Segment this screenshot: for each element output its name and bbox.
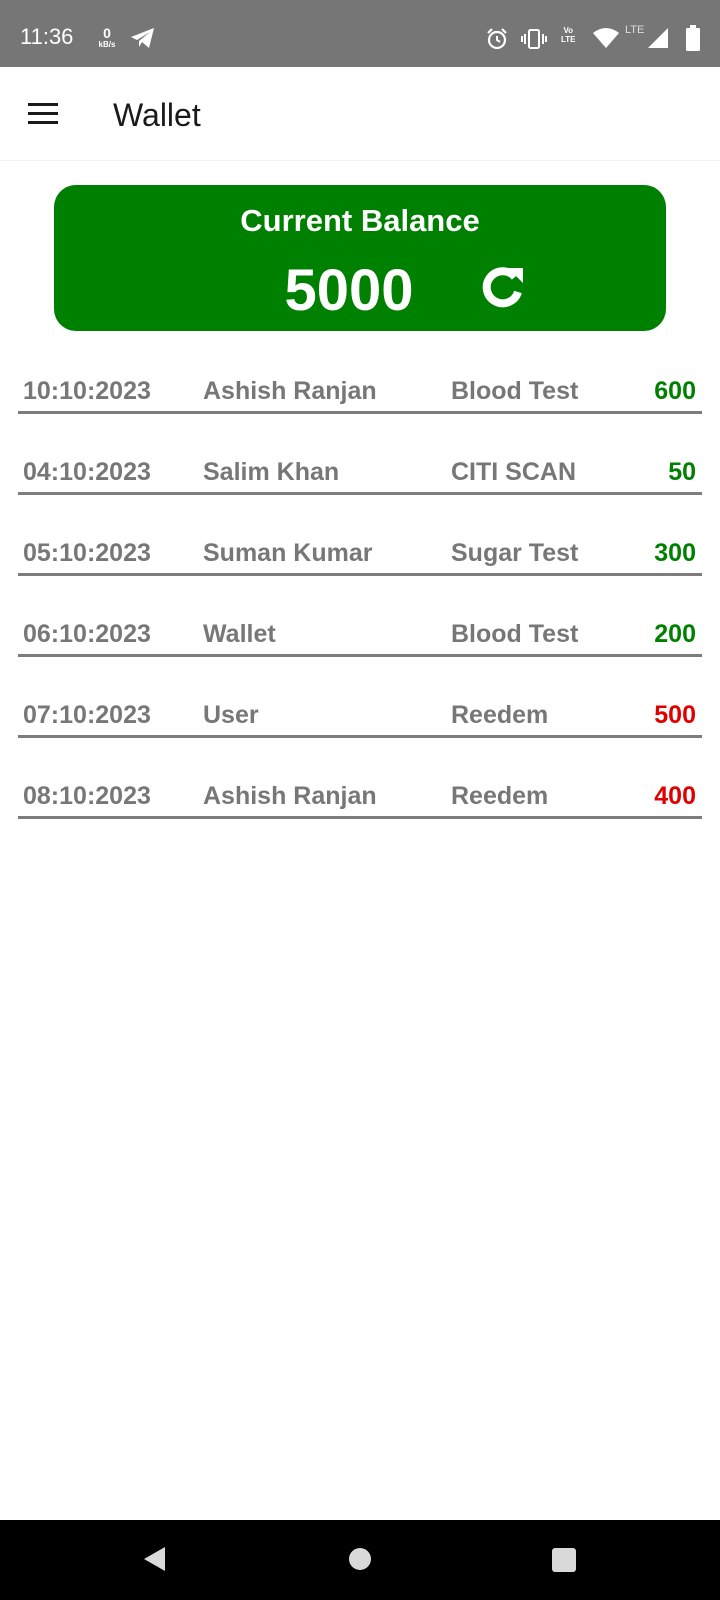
volte-top-text: Vo [563, 26, 574, 35]
page-title: Wallet [113, 97, 201, 133]
system-nav-bar [0, 1520, 720, 1600]
transaction-name: Wallet [203, 620, 276, 648]
balance-card: Current Balance 5000 [54, 185, 666, 331]
transaction-type: Blood Test [451, 620, 579, 648]
refresh-button[interactable] [477, 262, 529, 314]
network-speed-unit: kB/s [98, 40, 116, 49]
transaction-name: Suman Kumar [203, 539, 373, 567]
network-speed: 0 kB/s [95, 26, 119, 49]
balance-amount: 5000 [284, 258, 414, 323]
refresh-icon [482, 267, 523, 308]
alarm-icon [487, 28, 507, 50]
recents-square-icon [552, 1548, 576, 1572]
transaction-name: Ashish Ranjan [203, 782, 377, 810]
battery-icon [686, 25, 700, 51]
nav-back-button[interactable] [140, 1544, 170, 1574]
nav-home-button[interactable] [348, 1547, 372, 1571]
transaction-date: 10:10:2023 [23, 377, 151, 405]
transaction-name: Ashish Ranjan [203, 377, 377, 405]
transaction-amount: 500 [654, 701, 696, 729]
transaction-date: 07:10:2023 [23, 701, 151, 729]
menu-button[interactable] [22, 94, 62, 134]
transaction-row[interactable]: 10:10:2023 Ashish Ranjan Blood Test 600 [18, 360, 702, 441]
transaction-type: Reedem [451, 701, 549, 729]
network-speed-value: 0 [103, 25, 111, 41]
transaction-type: CITI SCAN [451, 458, 576, 486]
transaction-row[interactable]: 08:10:2023 Ashish Ranjan Reedem 400 [18, 765, 702, 846]
status-time: 11:36 [20, 24, 74, 49]
nav-recents-button[interactable] [551, 1547, 577, 1573]
transaction-row[interactable]: 05:10:2023 Suman Kumar Sugar Test 300 [18, 522, 702, 603]
row-divider [18, 573, 702, 576]
telegram-icon [131, 28, 154, 48]
volte-bottom-text: LTE [561, 35, 576, 44]
transaction-date: 08:10:2023 [23, 782, 151, 810]
transaction-amount: 400 [654, 782, 696, 810]
volte-indicator: Vo LTE [561, 26, 576, 44]
transaction-row[interactable]: 04:10:2023 Salim Khan CITI SCAN 50 [18, 441, 702, 522]
transaction-row[interactable]: 06:10:2023 Wallet Blood Test 200 [18, 603, 702, 684]
transaction-name: User [203, 701, 259, 729]
transaction-amount: 200 [654, 620, 696, 648]
transaction-list: 10:10:2023 Ashish Ranjan Blood Test 600 04:1… [18, 360, 702, 846]
transaction-date: 05:10:2023 [23, 539, 151, 567]
wifi-icon [593, 28, 619, 48]
transaction-amount: 300 [654, 539, 696, 567]
row-divider [18, 654, 702, 657]
balance-title: Current Balance [240, 203, 480, 238]
lte-label: LTE [625, 24, 645, 36]
wallet-screen: 11:36 0 kB/s Vo LTE LTE Wallet Current B… [0, 0, 720, 1600]
transaction-type: Reedem [451, 782, 549, 810]
transaction-row[interactable]: 07:10:2023 User Reedem 500 [18, 684, 702, 765]
signal-icon [648, 28, 668, 48]
transaction-amount: 600 [654, 377, 696, 405]
row-divider [18, 735, 702, 738]
vibrate-icon [521, 29, 547, 49]
transaction-type: Sugar Test [451, 539, 579, 567]
transaction-date: 06:10:2023 [23, 620, 151, 648]
home-circle-icon [349, 1548, 371, 1570]
status-bar: 11:36 0 kB/s Vo LTE LTE [0, 0, 720, 67]
back-triangle-icon [144, 1547, 165, 1571]
row-divider [18, 411, 702, 414]
app-bar: Wallet [0, 67, 720, 161]
transaction-name: Salim Khan [203, 458, 340, 486]
transaction-date: 04:10:2023 [23, 458, 151, 486]
transaction-type: Blood Test [451, 377, 579, 405]
row-divider [18, 816, 702, 819]
row-divider [18, 492, 702, 495]
transaction-amount: 50 [668, 458, 696, 486]
